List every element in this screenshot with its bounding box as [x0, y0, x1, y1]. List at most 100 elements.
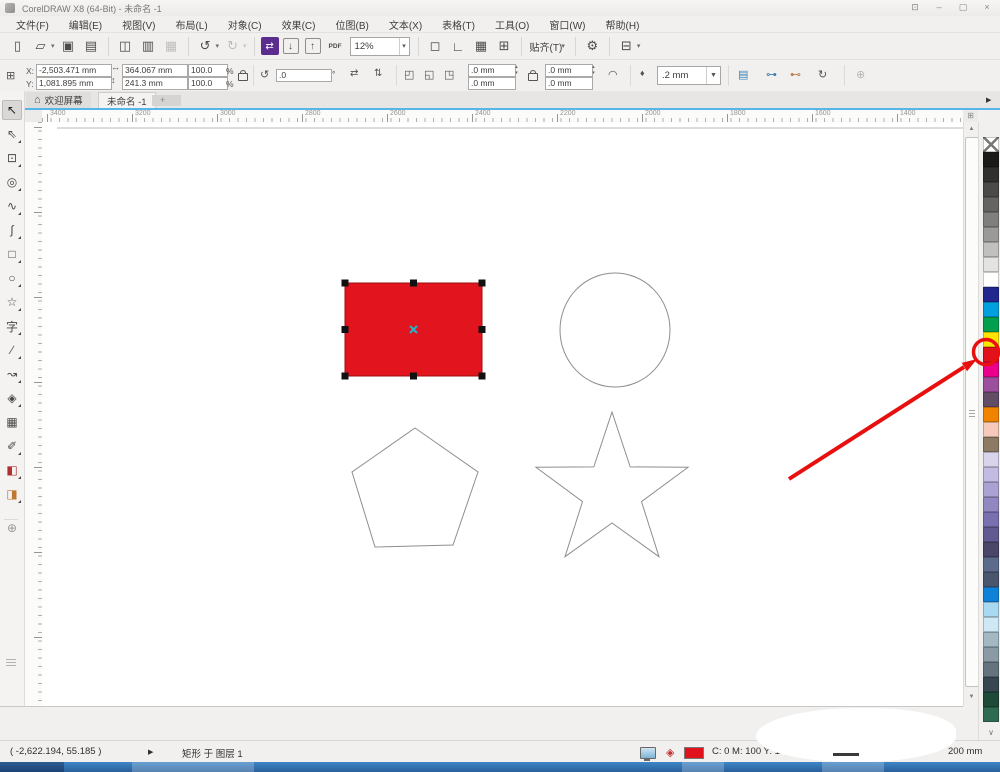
palette-swatch-15[interactable] [983, 362, 999, 377]
snap-dropdown[interactable]: 贴齐(T)▾ [527, 39, 570, 54]
tab-document[interactable]: 未命名 -1 [98, 92, 156, 109]
chevron-down-icon[interactable]: ▾ [216, 42, 220, 50]
palette-swatch-2[interactable] [983, 167, 999, 182]
palette-swatch-20[interactable] [983, 437, 999, 452]
palette-swatch-32[interactable] [983, 617, 999, 632]
y-position-field[interactable]: 1,081.895 mm [36, 77, 112, 90]
palette-swatch-29[interactable] [983, 572, 999, 587]
eyedropper-tool[interactable]: ✐ [2, 436, 22, 456]
restore-button[interactable]: ▢ [954, 1, 972, 14]
palette-swatch-12[interactable] [983, 317, 999, 332]
scroll-down-icon[interactable]: ▼ [965, 691, 978, 704]
menu-text[interactable]: 文本(X) [379, 16, 432, 33]
smart-fill-tool[interactable]: ◨ [2, 484, 22, 504]
menu-object[interactable]: 对象(C) [218, 16, 272, 33]
menu-window[interactable]: 窗口(W) [539, 16, 595, 33]
toolbox-grip[interactable] [6, 659, 16, 667]
palette-swatch-23[interactable] [983, 482, 999, 497]
menu-tools[interactable]: 工具(O) [485, 16, 539, 33]
palette-swatch-21[interactable] [983, 452, 999, 467]
show-rulers-icon[interactable]: ∟ [448, 36, 469, 57]
refresh-icon[interactable]: ↻ [818, 68, 827, 81]
palette-swatch-35[interactable] [983, 662, 999, 677]
corner-lock-icon[interactable] [528, 73, 538, 81]
palette-swatch-16[interactable] [983, 377, 999, 392]
drawing-canvas[interactable] [42, 122, 963, 706]
palette-swatch-31[interactable] [983, 602, 999, 617]
palette-swatch-3[interactable] [983, 182, 999, 197]
pdf-publish-icon[interactable]: PDF [325, 36, 346, 57]
chevron-down-icon[interactable]: ▼ [706, 67, 720, 84]
menu-file[interactable]: 文件(F) [6, 16, 59, 33]
palette-swatch-17[interactable] [983, 392, 999, 407]
guidelines-icon[interactable]: ⊞ [494, 36, 515, 57]
dimension-tool[interactable]: ∕ [2, 340, 22, 360]
palette-swatch-19[interactable] [983, 422, 999, 437]
menu-table[interactable]: 表格(T) [432, 16, 485, 33]
palette-swatch-28[interactable] [983, 557, 999, 572]
copy-icon[interactable]: ◫ [115, 36, 136, 57]
menu-help[interactable]: 帮助(H) [596, 16, 650, 33]
menu-view[interactable]: 视图(V) [112, 16, 165, 33]
palette-swatch-9[interactable] [983, 272, 999, 287]
palette-swatch-34[interactable] [983, 647, 999, 662]
chevron-down-icon[interactable]: ▾ [399, 38, 409, 55]
corner-radius-br-field[interactable]: .0 mm [545, 77, 593, 90]
palette-swatch-8[interactable] [983, 257, 999, 272]
feedback-icon[interactable]: ⊡ [906, 1, 924, 14]
status-flyout-icon[interactable]: ▶ [148, 748, 153, 756]
fillet-chamfer-icon[interactable]: ◠ [608, 68, 618, 81]
scroll-up-icon[interactable]: ▲ [965, 123, 978, 136]
scale-y-field[interactable]: 100.0 [188, 77, 228, 90]
chevron-down-icon[interactable]: ▾ [637, 42, 641, 50]
transparency-tool[interactable]: ▦ [2, 412, 22, 432]
artistic-media-tool[interactable]: ∫ [2, 220, 22, 240]
undo-icon[interactable]: ↺ [195, 36, 216, 57]
pick-tool[interactable]: ↖ [2, 100, 22, 120]
application-launcher-icon[interactable]: ⊟ [616, 36, 637, 57]
open-icon[interactable]: ▱ [30, 36, 51, 57]
to-front-icon[interactable]: ⊶ [766, 68, 777, 81]
tab-welcome-screen[interactable]: ⌂ 欢迎屏幕 [26, 92, 91, 108]
mirror-horizontal-icon[interactable]: ⇄ [350, 68, 358, 79]
interactive-fill-tool[interactable]: ◧ [2, 460, 22, 480]
envelope-tool[interactable]: ◈ [2, 388, 22, 408]
rotation-field[interactable]: .0 [276, 69, 332, 82]
palette-swatch-27[interactable] [983, 542, 999, 557]
palette-swatch-5[interactable] [983, 212, 999, 227]
menu-layout[interactable]: 布局(L) [165, 16, 217, 33]
palette-swatch-22[interactable] [983, 467, 999, 482]
corner-radius-tl-field[interactable]: .0 mm [468, 64, 516, 77]
palette-swatch-14[interactable] [983, 347, 999, 362]
star-shape[interactable] [536, 412, 688, 557]
palette-swatch-1[interactable] [983, 152, 999, 167]
shape-tool[interactable]: ⇖ [2, 124, 22, 144]
lock-ratio-icon[interactable] [238, 73, 248, 81]
minimize-button[interactable]: – [930, 1, 948, 14]
menu-edit[interactable]: 编辑(E) [59, 16, 112, 33]
vertical-scrollbar[interactable]: ▲ ▼ [963, 122, 979, 706]
corner-spinner-icons[interactable]: ▴▾ [512, 64, 521, 76]
mirror-vertical-icon[interactable]: ⇅ [374, 68, 382, 79]
palette-swatch-38[interactable] [983, 707, 999, 722]
palette-swatch-30[interactable] [983, 587, 999, 602]
corner-spinner-icons-2[interactable]: ▴▾ [589, 64, 598, 76]
zoom-level-combo[interactable]: 12%▾ [350, 37, 410, 56]
tab-scroll-icon[interactable]: ▶ [986, 96, 991, 104]
palette-swatch-37[interactable] [983, 692, 999, 707]
palette-swatch-18[interactable] [983, 407, 999, 422]
scrollbar-thumb[interactable] [965, 137, 979, 687]
import-icon[interactable]: ↓ [283, 38, 299, 54]
chevron-down-icon[interactable]: ▾ [51, 42, 55, 50]
circle-shape[interactable] [560, 273, 670, 387]
duplicate-icon[interactable]: ▥ [138, 36, 159, 57]
corner-radius-bl-field[interactable]: .0 mm [468, 77, 516, 90]
color-proof-icon[interactable] [640, 747, 656, 759]
chamfered-corner-icon[interactable]: ◳ [444, 68, 454, 81]
crop-tool[interactable]: ⊡ [2, 148, 22, 168]
save-icon[interactable]: ▣ [58, 36, 79, 57]
to-back-icon[interactable]: ⊷ [790, 68, 801, 81]
print-icon[interactable]: ▤ [81, 36, 102, 57]
new-document-icon[interactable]: ▯ [7, 36, 28, 57]
palette-scroll-down-icon[interactable]: ∨ [983, 728, 999, 737]
